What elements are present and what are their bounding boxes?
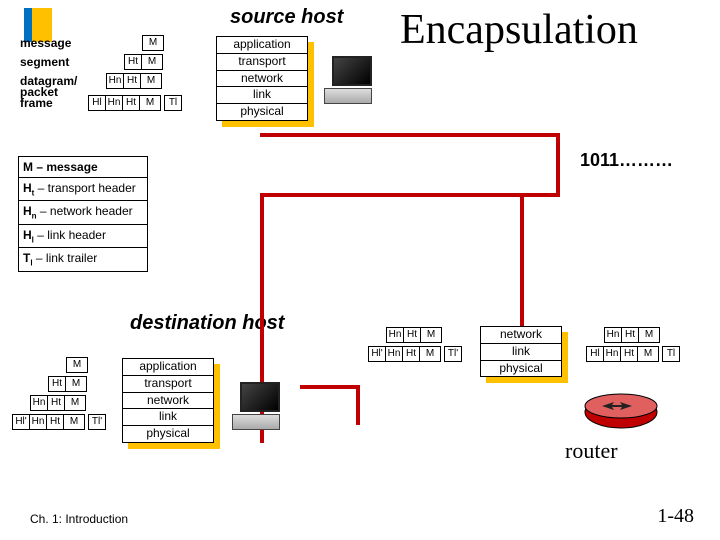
computer-icon: [228, 382, 286, 434]
Ht-cell: Ht: [124, 54, 142, 70]
M-cell: M: [66, 357, 88, 373]
M-cell: M: [63, 414, 85, 430]
M-cell: M: [419, 346, 441, 362]
wire: [556, 133, 560, 193]
layer-link: link: [217, 87, 307, 104]
M-cell: M: [64, 395, 86, 411]
router-layer-stack: network link physical: [480, 326, 562, 377]
Ht-cell: Ht: [47, 395, 65, 411]
router-right-pdu-rows: Hn Ht M Hl Hn Ht M Tl: [586, 326, 679, 364]
slide-number: 1-48: [657, 505, 694, 528]
Ht-cell: Ht: [48, 376, 66, 392]
Hl-prime-cell: Hl': [12, 414, 30, 430]
legend-ht: Ht – transport header: [18, 177, 148, 200]
wire: [260, 193, 560, 197]
layer-physical: physical: [481, 361, 561, 377]
layer-link: link: [123, 409, 213, 426]
M-cell: M: [420, 327, 442, 343]
wire: [260, 133, 560, 137]
source-pdu-rows: message M segment Ht M datagram/ Hn Ht M…: [20, 34, 181, 113]
Hn-cell: Hn: [105, 95, 123, 111]
Hn-cell: Hn: [385, 346, 403, 362]
legend: M – message Ht – transport header Hn – n…: [18, 156, 148, 272]
layer-application: application: [123, 359, 213, 376]
Ht-cell: Ht: [620, 346, 638, 362]
Hn-cell: Hn: [603, 346, 621, 362]
Hn-cell: Hn: [106, 73, 124, 89]
destination-pdu-rows: M Ht M Hn Ht M Hl' Hn Ht M Tl': [12, 356, 105, 432]
layer-link: link: [481, 344, 561, 361]
Ht-cell: Ht: [403, 327, 421, 343]
Ht-cell: Ht: [402, 346, 420, 362]
legend-hn: Hn – network header: [18, 200, 148, 223]
source-layer-stack: application transport network link physi…: [216, 36, 308, 121]
Hl-cell: Hl: [586, 346, 604, 362]
Hn-cell: Hn: [29, 414, 47, 430]
M-cell: M: [142, 35, 164, 51]
layer-physical: physical: [217, 104, 307, 120]
Tl-prime-cell: Tl': [88, 414, 106, 430]
layer-transport: transport: [217, 54, 307, 71]
footer-chapter: Ch. 1: Introduction: [30, 512, 128, 526]
legend-m: M – message: [18, 156, 148, 177]
router-label: router: [565, 438, 618, 464]
Tl-cell: Tl: [662, 346, 680, 362]
M-cell: M: [140, 73, 162, 89]
M-cell: M: [637, 346, 659, 362]
layer-network: network: [481, 327, 561, 344]
pdu-label-frame: frame: [20, 96, 88, 110]
layer-transport: transport: [123, 376, 213, 393]
source-host-label: source host: [230, 6, 343, 29]
router-left-pdu-rows: Hn Ht M Hl' Hn Ht M Tl': [368, 326, 461, 364]
layer-network: network: [123, 393, 213, 410]
pdu-label-segment: segment: [20, 55, 88, 69]
layer-application: application: [217, 37, 307, 54]
Hn-cell: Hn: [386, 327, 404, 343]
destination-layer-stack: application transport network link physi…: [122, 358, 214, 443]
M-cell: M: [141, 54, 163, 70]
Ht-cell: Ht: [46, 414, 64, 430]
bits-label: 1011………: [580, 150, 673, 171]
Ht-cell: Ht: [123, 73, 141, 89]
Tl-prime-cell: Tl': [444, 346, 462, 362]
Hl-cell: Hl: [88, 95, 106, 111]
computer-icon: [320, 56, 378, 108]
slide-title: Encapsulation: [400, 6, 638, 54]
legend-hl: Hl – link header: [18, 224, 148, 247]
Ht-cell: Ht: [122, 95, 140, 111]
Tl-cell: Tl: [164, 95, 182, 111]
router-icon: [582, 392, 660, 432]
wire: [520, 193, 524, 331]
M-cell: M: [638, 327, 660, 343]
wire: [300, 385, 360, 389]
Ht-cell: Ht: [621, 327, 639, 343]
Hn-cell: Hn: [30, 395, 48, 411]
M-cell: M: [65, 376, 87, 392]
layer-network: network: [217, 71, 307, 88]
layer-physical: physical: [123, 426, 213, 442]
Hn-cell: Hn: [604, 327, 622, 343]
wire: [356, 385, 360, 425]
legend-tl: Tl – link trailer: [18, 247, 148, 271]
Hl-prime-cell: Hl': [368, 346, 386, 362]
M-cell: M: [139, 95, 161, 111]
pdu-label-message: message: [20, 36, 88, 50]
